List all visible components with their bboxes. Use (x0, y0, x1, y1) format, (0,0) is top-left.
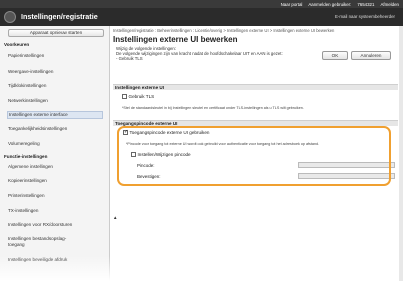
use-tls-checkbox[interactable] (122, 94, 127, 99)
use-tls-row[interactable]: Gebruik TLS (122, 94, 154, 99)
breadcrumb: Instellingen/registratie : Beheerinstell… (113, 28, 335, 33)
portal-link[interactable]: Naar portal (281, 2, 303, 7)
page-title: Instellingen externe UI bewerken (113, 35, 238, 44)
email-admin-link[interactable]: E-mail naar systeembeheerder (335, 14, 395, 19)
login-user-label: Aanmelden gebruiker: (308, 1, 352, 7)
note-line: De volgende wijzigingen zijn van kracht … (116, 51, 283, 56)
sidebar-item-file-access[interactable]: Instellingen bestandsopslag-toegang (8, 236, 78, 247)
use-tls-label: Gebruik TLS (128, 94, 155, 99)
highlight-frame (117, 126, 391, 186)
sidebar-item-timer[interactable]: Tijdklokinstellingen (8, 83, 104, 89)
sidebar: Apparaat opnieuw starten Voorkeuren Papi… (0, 26, 110, 281)
sidebar-item-printer[interactable]: Printerinstellingen (8, 193, 104, 199)
sidebar-fade (0, 256, 110, 281)
top-bar: Naar portal Aanmelden gebruiker: 7654321… (0, 0, 403, 8)
note-line: - Gebruik TLS (116, 56, 143, 61)
login-user-id: 7654321 (357, 1, 375, 7)
logout-link[interactable]: Afmelden (380, 2, 399, 7)
cancel-button[interactable]: Annuleren (351, 51, 391, 60)
sidebar-item-network[interactable]: Netwerkinstellingen (8, 98, 104, 104)
settings-logo-icon (4, 11, 16, 23)
page-header-title: Instellingen/registratie (21, 12, 98, 21)
sidebar-item-volume[interactable]: Volumeregeling (8, 141, 104, 147)
tls-note: *Stel de standaardsleutel in bij Instell… (122, 106, 304, 110)
sidebar-item-rx[interactable]: Instellingen voor RX/doorsturen (8, 222, 104, 228)
sidebar-item-external-interface[interactable]: Instellingen externe interface (7, 111, 103, 119)
title-bar: Instellingen/registratie E-mail naar sys… (0, 8, 403, 26)
sidebar-item-tx[interactable]: TX-instellingen (8, 208, 104, 214)
scrollbar[interactable] (399, 26, 403, 281)
sidebar-item-copy[interactable]: Kopieerinstellingen (8, 178, 104, 184)
ok-button[interactable]: OK (322, 51, 348, 60)
sidebar-section-preferences: Voorkeuren (4, 42, 30, 47)
sidebar-item-paper[interactable]: Papierinstellingen (8, 53, 104, 59)
sidebar-item-display[interactable]: Weergave-instellingen (8, 69, 104, 75)
section-remote-ui: Instellingen externe UI (113, 84, 398, 90)
sidebar-item-general[interactable]: Algemene instellingen (8, 164, 104, 170)
restart-note: Wijzig de volgende instellingen: De volg… (116, 46, 304, 61)
restart-device-button[interactable]: Apparaat opnieuw starten (8, 29, 104, 37)
sidebar-section-functions: Functie-instellingen (4, 154, 48, 159)
to-top-icon[interactable]: ▲ (113, 215, 117, 220)
sidebar-item-accessibility[interactable]: Toegankelijkheidsinstellingen (8, 126, 104, 132)
